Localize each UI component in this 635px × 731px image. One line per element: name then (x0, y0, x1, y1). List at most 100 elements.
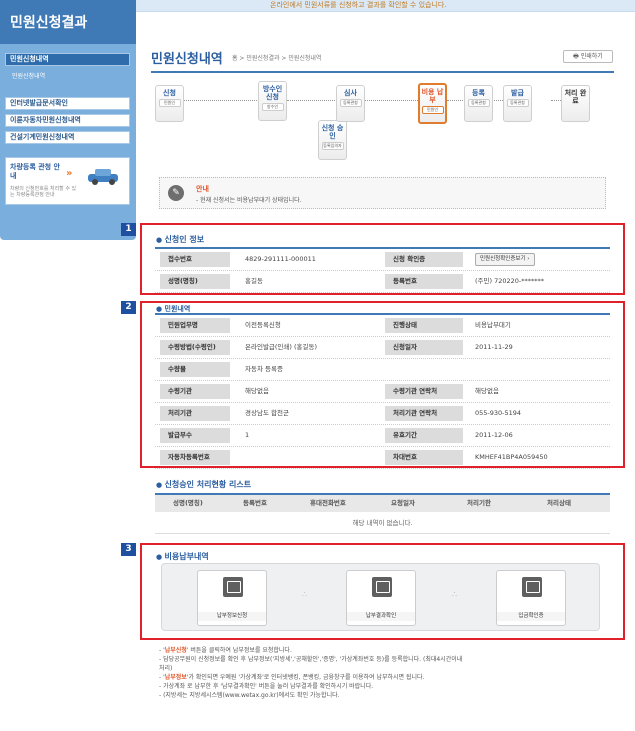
flow-connector (365, 100, 418, 101)
detail-label: 차대번호 (385, 450, 463, 465)
flow-step-agent-apply: 방수인 신청방수인 (258, 81, 287, 121)
approval-list-table: 성명(명칭) 등록번호 휴대전화번호 요청일자 처리기한 처리상태 해당 내역이… (155, 493, 610, 534)
flow-step-payment-current: 비용 납부 민원인 (418, 83, 447, 124)
car-banner-desc: 차량의 신청번호를 처리할 수 있는 차량등록관청 안내 (10, 186, 77, 198)
column-header: 등록번호 (243, 499, 267, 507)
detail-label: 처리기관 연락처 (385, 406, 463, 421)
detail-label: 수량물 (160, 362, 230, 377)
detail-value: 이전등록신청 (245, 321, 281, 329)
table-row: 자동차등록번호 차대번호 KMHEF41BP4A059450 (155, 447, 610, 469)
page-title: 민원신청내역 (151, 52, 223, 67)
regno-value: (주민) 720220-******* (475, 277, 545, 285)
title-divider (151, 71, 614, 73)
flow-step-label: 신청 (163, 89, 176, 97)
section-title-payment: 비용납부내역 (156, 551, 209, 562)
table-header: 성명(명칭) 등록번호 휴대전화번호 요청일자 처리기한 처리상태 (155, 495, 610, 512)
empty-row-text: 해당 내역이 없습니다. (155, 512, 610, 534)
deposit-receipt-button[interactable]: 입금확인증 (496, 570, 566, 626)
sidebar-title: 민원신청결과 (10, 15, 88, 31)
flow-step-register: 등록 등록관청 (464, 85, 493, 122)
flow-step-label: 처리 완료 (564, 89, 587, 105)
flow-step-apply: 신청민원인 (155, 85, 184, 122)
detail-value: 온라인발급(인쇄) (홍길동) (245, 343, 318, 351)
flow-step-label: 심사 (344, 89, 357, 97)
detail-label: 발급부수 (160, 428, 230, 443)
table-row: 발급부수 1 유효기간 2011-12-06 (155, 425, 610, 447)
sidebar-header: 민원신청결과 (0, 0, 136, 44)
flow-step-actor: 민원인 (158, 99, 181, 107)
column-header: 처리기한 (467, 499, 491, 507)
view-confirmation-button[interactable]: 민원신청확인증보기 › (475, 253, 535, 266)
car-registration-office-banner[interactable]: 차량등록 관청 안내 차량의 신청번호를 처리할 수 있는 차량등록관청 안내 … (5, 157, 130, 205)
table-row: 수령방법(수령인) 온라인발급(인쇄) (홍길동) 신청일자 2011-11-2… (155, 337, 610, 359)
detail-label: 수령방법(수령인) (160, 340, 230, 355)
payment-button-label: 납부정보신청 (198, 612, 266, 621)
callout-badge-1: 1 (121, 223, 136, 236)
note-line: - (지방세는 지방세시스템(www.wetax.go.kr)에서도 확인 가능… (159, 692, 340, 699)
detail-label: 민원업무명 (160, 318, 230, 333)
print-button[interactable]: 🖶 인쇄하기 (563, 50, 613, 63)
detail-value: 1 (245, 431, 250, 439)
note-line: - '납부신청' 버튼을 클릭하여 납부정보를 요청합니다. (159, 647, 292, 654)
detail-label: 신청일자 (385, 340, 463, 355)
flow-step-review: 심사등록관청 (336, 85, 365, 122)
flow-step-actor: 등록관청 (339, 99, 362, 107)
detail-label: 자동차등록번호 (160, 450, 230, 465)
flow-step-actor: 등록관청 (506, 99, 529, 107)
name-value: 홍길동 (245, 277, 263, 285)
sidebar-item-construction-machine-history[interactable]: 건설기계민원신청내역 (5, 131, 130, 144)
flow-step-actor: 등록관청 (467, 99, 490, 107)
detail-label: 수령기관 연락처 (385, 384, 463, 399)
flow-step-label: 발급 (511, 89, 524, 97)
payment-button-label: 입금확인증 (497, 612, 565, 621)
sidebar-subitem-application-history[interactable]: 민원신청내역 (12, 71, 45, 80)
top-banner-text: 온라인에서 민원서류를 신청하고 결과를 확인할 수 있습니다. (270, 1, 447, 9)
note-line: 처리) (159, 665, 173, 672)
table-row: 수령기관 해당없음 수령기관 연락처 해당없음 (155, 381, 610, 403)
detail-value: 경상남도 합천군 (245, 409, 289, 417)
detail-label: 처리기관 (160, 406, 230, 421)
payment-result-button[interactable]: 납부결과확인 (346, 570, 416, 626)
callout-badge-2: 2 (121, 301, 136, 314)
detail-value: 해당없음 (475, 387, 499, 395)
info-icon: ✎ (168, 185, 184, 201)
detail-value: 자동차 등록증 (245, 365, 283, 373)
note-line: - 담당공무원이 신청정보를 확인 후 납부정보('지방세','공채할인','증… (159, 656, 463, 663)
dots-arrow-icon: ∴ (302, 590, 309, 599)
notice-title: 안내 (196, 185, 209, 193)
detail-value: 비용납부대기 (475, 321, 511, 329)
receipt-icon (522, 577, 542, 597)
confirm-label: 신청 확인증 (385, 252, 463, 267)
notice-text: - 현재 신청서는 비용납부대기 상태입니다. (196, 197, 302, 204)
section-title-applicant: 신청인 정보 (156, 234, 205, 245)
sidebar-item-internet-document-check[interactable]: 인터넷발급문서확인 (5, 97, 130, 110)
notice-box: ✎ 안내 - 현재 신청서는 비용납부대기 상태입니다. (159, 177, 606, 209)
flow-connector (287, 100, 335, 101)
detail-value: 해당없음 (245, 387, 269, 395)
payment-request-button[interactable]: 납부정보신청 (197, 570, 267, 626)
table-row: 민원업무명 이전등록신청 진행상태 비용납부대기 (155, 315, 610, 337)
regno-label: 등록번호 (385, 274, 463, 289)
double-chevron-icon: » (66, 168, 73, 179)
flow-step-actor: 등록임의자 (321, 142, 344, 150)
sidebar-item-motorcycle-history[interactable]: 이륜자동차민원신청내역 (5, 114, 130, 127)
column-header: 요청일자 (391, 499, 415, 507)
column-header: 휴대전화번호 (310, 499, 346, 507)
sidebar-item-application-history[interactable]: 민원신청내역 (5, 53, 130, 66)
print-button-label: 인쇄하기 (580, 53, 603, 60)
detail-value: 2011-11-29 (475, 343, 513, 351)
flow-step-label: 방수인 신청 (262, 85, 283, 101)
receipt-value: 4829-291111-000011 (245, 255, 316, 263)
detail-label: 진행상태 (385, 318, 463, 333)
receipt-label: 접수번호 (160, 252, 230, 267)
column-header: 성명(명칭) (173, 499, 203, 507)
dots-arrow-icon: ∴ (452, 590, 459, 599)
detail-table: 민원업무명 이전등록신청 진행상태 비용납부대기 수령방법(수령인) 온라인발급… (155, 313, 610, 469)
detail-value: 055-930-5194 (475, 409, 522, 417)
callout-badge-3: 3 (121, 543, 136, 556)
flow-step-actor: 방수인 (261, 103, 284, 111)
applicant-table: 접수번호 4829-291111-000011 신청 확인증 민원신청확인증보기… (155, 247, 610, 293)
column-header: 처리상태 (547, 499, 571, 507)
note-line: - '납부정보'가 확인되면 우예원 '가상계좌'로 인터넷뱅킹, 폰뱅킹, 금… (159, 674, 425, 681)
table-row: 성명(명칭) 홍길동 등록번호 (주민) 720220-******* (155, 271, 610, 293)
